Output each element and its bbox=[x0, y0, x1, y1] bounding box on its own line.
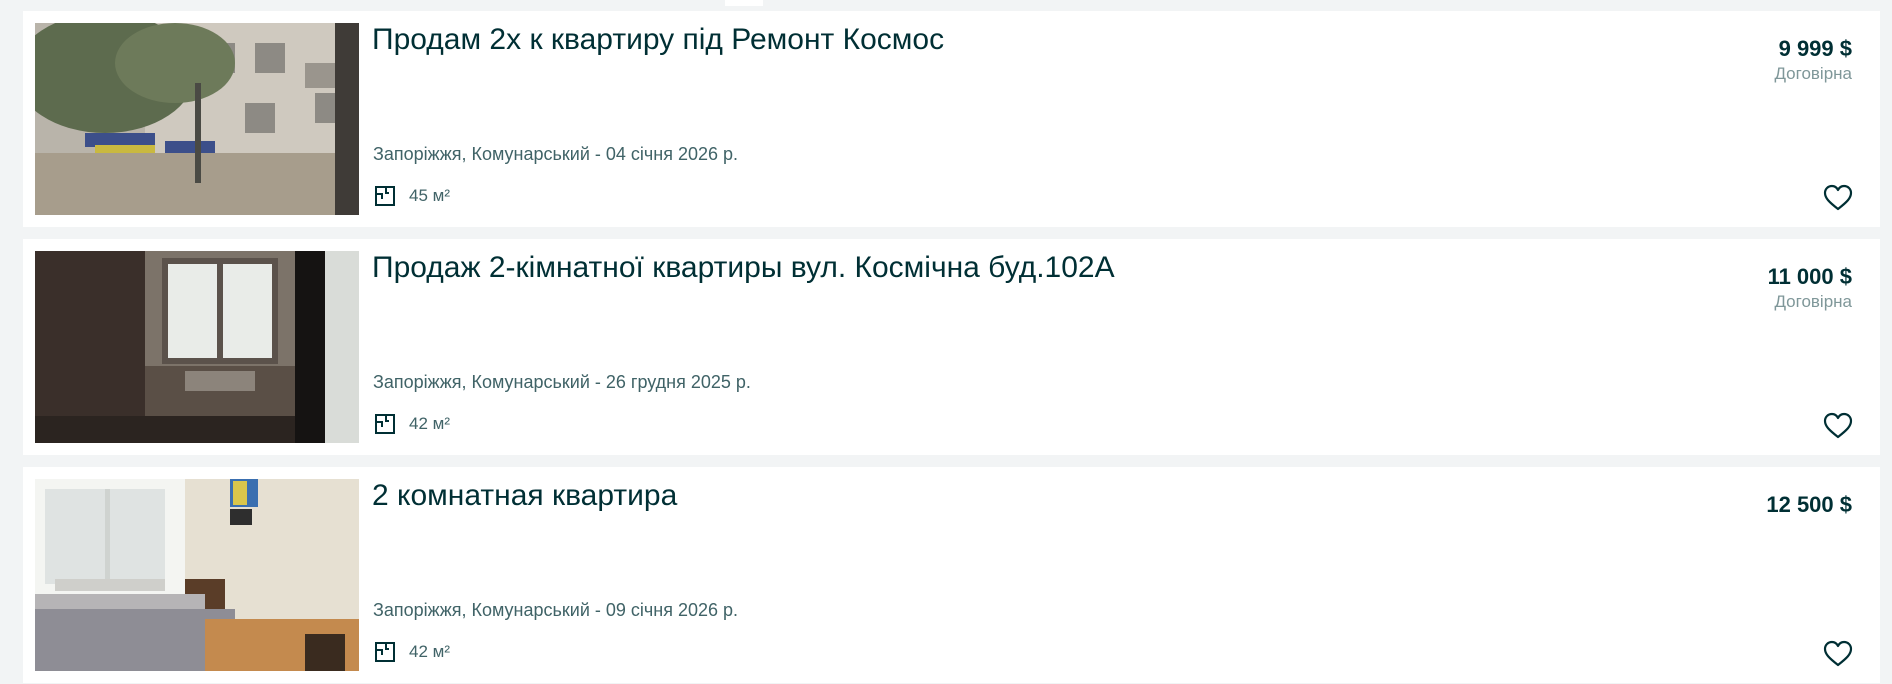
price-block: 9 999 $ Договірна bbox=[1774, 35, 1852, 85]
favorite-button[interactable] bbox=[1823, 412, 1853, 440]
negotiable-label: Договірна bbox=[1774, 292, 1852, 311]
listing-area: 42 м² bbox=[374, 640, 450, 664]
price: 9 999 $ bbox=[1778, 36, 1852, 61]
listing-location-date: Запоріжжя, Комунарський - 26 грудня 2025… bbox=[373, 372, 751, 392]
listing-photo[interactable] bbox=[35, 23, 359, 215]
listing-area: 45 м² bbox=[374, 184, 450, 208]
heart-outline-icon bbox=[1823, 640, 1853, 667]
heart-outline-icon bbox=[1823, 412, 1853, 439]
price: 12 500 $ bbox=[1766, 492, 1852, 517]
area-value: 42 м² bbox=[409, 414, 450, 433]
floor-plan-icon bbox=[375, 414, 395, 434]
negotiable-label: Договірна bbox=[1774, 64, 1852, 83]
listing-location-date: Запоріжжя, Комунарський - 04 січня 2026 … bbox=[373, 144, 739, 164]
top-tab-indicator bbox=[725, 0, 763, 6]
price-block: 12 500 $ bbox=[1766, 491, 1852, 519]
listing-title[interactable]: 2 комнатная квартира bbox=[372, 477, 677, 515]
listing-area: 42 м² bbox=[374, 412, 450, 436]
listing-title[interactable]: Продаж 2-кімнатної квартиры вул. Космічн… bbox=[372, 249, 1115, 287]
listing-photo[interactable] bbox=[35, 479, 359, 671]
floor-plan-icon bbox=[375, 186, 395, 206]
heart-outline-icon bbox=[1823, 184, 1853, 211]
floor-plan-icon bbox=[375, 642, 395, 662]
price-block: 11 000 $ Договірна bbox=[1768, 263, 1852, 313]
area-value: 45 м² bbox=[409, 186, 450, 205]
listing-card[interactable]: Продаж 2-кімнатної квартиры вул. Космічн… bbox=[23, 239, 1880, 455]
favorite-button[interactable] bbox=[1823, 184, 1853, 212]
listing-photo[interactable] bbox=[35, 251, 359, 443]
listing-title[interactable]: Продам 2х к квартиру під Ремонт Космос bbox=[372, 21, 944, 59]
listing-card[interactable]: Продам 2х к квартиру під Ремонт Космос З… bbox=[23, 11, 1880, 227]
favorite-button[interactable] bbox=[1823, 640, 1853, 668]
listing-location-date: Запоріжжя, Комунарський - 09 січня 2026 … bbox=[373, 600, 739, 620]
area-value: 42 м² bbox=[409, 642, 450, 661]
listing-card[interactable]: 2 комнатная квартира Запоріжжя, Комунарс… bbox=[23, 467, 1880, 683]
price: 11 000 $ bbox=[1767, 264, 1852, 289]
